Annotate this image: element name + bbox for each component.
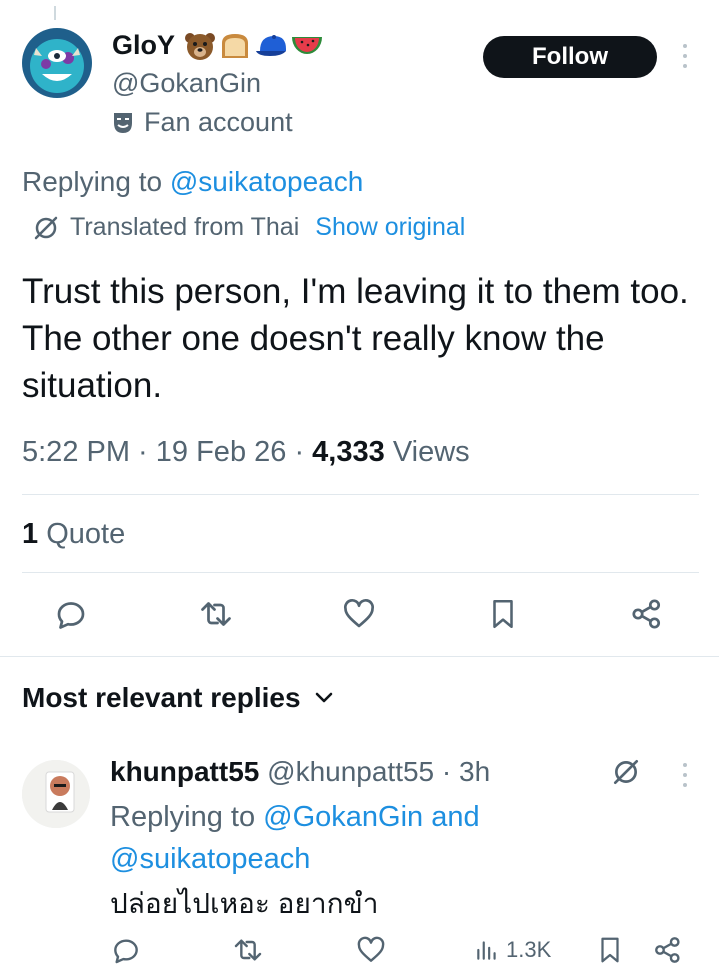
bread-icon <box>222 34 248 58</box>
reply-like-icon[interactable] <box>351 930 391 970</box>
reply-replying-to: Replying to @GokanGin and @suikatopeach <box>110 796 580 880</box>
reply-views[interactable]: 1.3K <box>474 934 551 966</box>
fan-account-label: Fan account <box>112 107 293 138</box>
fan-account-text: Fan account <box>144 107 293 137</box>
replying-to-line: Replying to @suikatopeach <box>22 166 363 198</box>
replying-to-prefix: Replying to <box>22 166 163 197</box>
reply-author-avatar[interactable] <box>22 760 90 828</box>
reply-separator: · <box>441 756 452 787</box>
reply-more-options-icon[interactable] <box>676 763 694 787</box>
views-bar-icon <box>477 941 496 960</box>
reply-and: and <box>431 801 480 833</box>
translation-notice: Translated from Thai Show original <box>32 213 465 242</box>
tweet-date[interactable]: 19 Feb 26 <box>156 436 287 468</box>
reply-icon[interactable] <box>51 594 91 634</box>
chevron-down-icon <box>315 692 332 703</box>
follow-button[interactable]: Follow <box>483 36 657 78</box>
reply-sort-dropdown[interactable]: Most relevant replies <box>22 682 333 714</box>
reply-retweet-icon[interactable] <box>228 930 268 970</box>
author-handle[interactable]: @GokanGin <box>112 68 261 99</box>
author-display-name[interactable]: GloY <box>112 30 175 61</box>
bookmark-icon[interactable] <box>483 594 523 634</box>
divider <box>22 572 699 573</box>
grok-translate-icon[interactable] <box>611 757 641 787</box>
reply-replying-prefix: Replying to <box>110 801 256 833</box>
reply-mention-1[interactable]: @GokanGin <box>263 801 423 833</box>
quote-count: 1 <box>22 518 39 550</box>
watermelon-icon <box>292 37 322 54</box>
reply-handle[interactable]: @khunpatt55 <box>267 756 434 787</box>
section-divider <box>0 656 719 657</box>
reply-time[interactable]: 3h <box>459 756 490 787</box>
reply-reply-icon[interactable] <box>106 930 146 970</box>
share-icon[interactable] <box>627 594 667 634</box>
tweet-time[interactable]: 5:22 PM <box>22 436 130 468</box>
thread-connector-line <box>54 6 56 20</box>
author-name-emojis <box>184 30 324 62</box>
reply-share-icon[interactable] <box>648 930 688 970</box>
reply-text: ปล่อยไปเหอะ อยากขำ <box>110 888 379 919</box>
reply-views-count: 1.3K <box>506 937 552 962</box>
views-count: 4,333 <box>312 436 385 468</box>
tweet-text: Trust this person, I'm leaving it to the… <box>22 272 689 405</box>
divider <box>22 494 699 495</box>
reply-mention-2[interactable]: @suikatopeach <box>110 843 310 875</box>
theater-mask-icon <box>114 112 132 133</box>
bear-face-icon <box>185 33 215 60</box>
grok-translate-icon <box>34 216 58 239</box>
reply-display-name[interactable]: khunpatt55 <box>110 756 259 787</box>
blue-cap-icon <box>256 35 286 56</box>
more-options-icon[interactable] <box>676 40 694 72</box>
reply-bookmark-icon[interactable] <box>590 930 630 970</box>
replying-to-mention[interactable]: @suikatopeach <box>170 166 363 197</box>
tweet-meta: 5:22 PM · 19 Feb 26 · 4,333 Views <box>22 436 470 468</box>
reply-sort-label: Most relevant replies <box>22 682 301 713</box>
like-icon[interactable] <box>339 594 379 634</box>
quote-count-link[interactable]: 1 Quote <box>22 518 125 551</box>
quote-label: Quote <box>46 518 126 550</box>
show-original-link[interactable]: Show original <box>315 213 465 242</box>
reply-header: khunpatt55 @khunpatt55 · 3h <box>110 756 490 788</box>
retweet-icon[interactable] <box>196 594 236 634</box>
author-avatar[interactable] <box>22 28 92 98</box>
translated-from-label: Translated from Thai <box>70 213 300 241</box>
views-label: Views <box>392 436 470 468</box>
